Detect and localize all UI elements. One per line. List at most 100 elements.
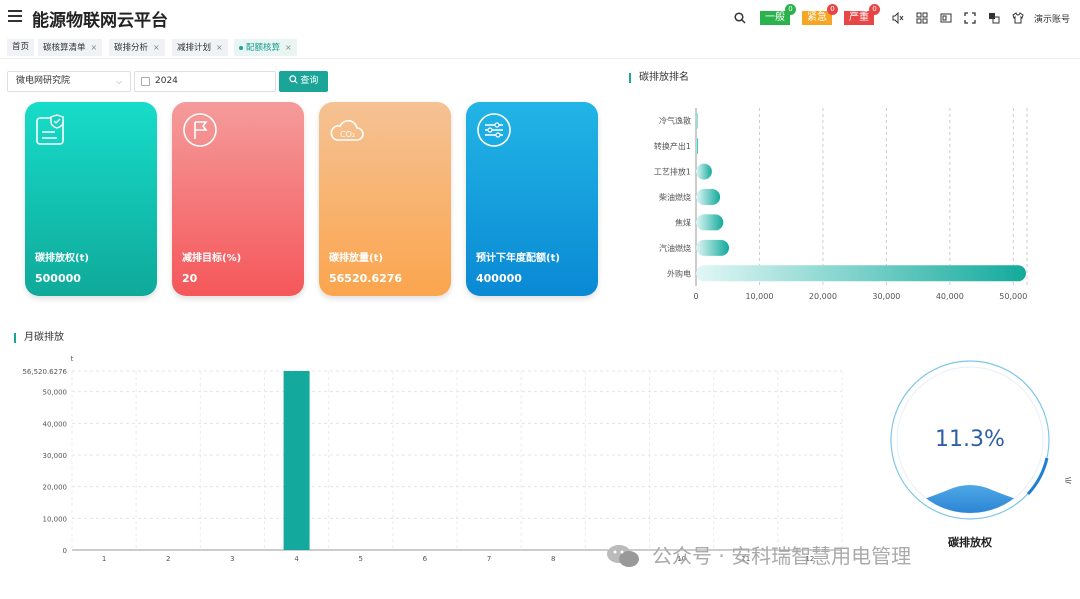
category-label: 焦煤 — [675, 217, 691, 227]
tab-carbon-inventory[interactable]: 碳核算清单 × — [38, 39, 103, 56]
category-label: 汽油燃烧 — [659, 243, 691, 253]
y-tick-label: 20,000 — [43, 484, 68, 492]
kpi-value: 20 — [182, 272, 198, 285]
certificate-shield-icon — [36, 114, 64, 145]
x-tick-label: 10,000 — [745, 292, 773, 301]
sliders-icon — [477, 113, 511, 147]
x-tick-label: 7 — [487, 555, 491, 563]
kpi-card-emission-right: 碳排放权(t) 500000 — [25, 102, 157, 296]
monthly-bar — [283, 371, 310, 550]
search-icon[interactable] — [732, 10, 748, 26]
watermark-text: 公众号 · 安科瑞智慧用电管理 — [652, 544, 912, 568]
language-icon[interactable] — [986, 10, 1002, 26]
gauge-label: 碳排放权 — [948, 536, 992, 549]
close-icon[interactable]: × — [285, 43, 292, 52]
y-tick-label: 50,000 — [43, 389, 68, 397]
wechat-icon — [607, 545, 639, 567]
fullscreen-icon[interactable] — [962, 10, 978, 26]
kpi-value: 56520.6276 — [329, 272, 403, 285]
tab-label: 减排计划 — [177, 43, 212, 53]
kpi-value: 400000 — [476, 272, 522, 285]
ranking-bar — [696, 214, 724, 231]
kpi-label: 减排目标(%) — [182, 253, 242, 264]
co2-cloud-icon: CO₂ — [330, 120, 364, 141]
category-label: 外购电 — [667, 268, 691, 278]
monthly-emission-chart: t 0 10,000 20,000 30,000 40,000 50,000 56,520.6… — [22, 355, 843, 563]
x-tick-label: 6 — [423, 555, 428, 563]
kpi-card-reduction-target: 减排目标(%) 20 — [172, 102, 304, 296]
kpi-card-emission-amount: CO₂ 碳排放量(t) 56520.6276 — [319, 102, 451, 296]
y-axis-unit: t — [71, 355, 74, 363]
x-tick-label: 1 — [102, 555, 106, 563]
tab-home-label: 首页 — [12, 42, 30, 52]
account-name[interactable]: 演示账号 — [1034, 12, 1070, 25]
y-tick-label: 10,000 — [43, 515, 68, 523]
calendar-icon — [141, 77, 150, 86]
query-button-label: 查询 — [300, 76, 319, 86]
ranking-bar — [696, 239, 729, 256]
alarm-normal-count: 0 — [784, 4, 796, 15]
tab-home[interactable]: 首页 — [7, 39, 35, 56]
x-tick-label: 30,000 — [872, 292, 900, 301]
category-label: 转换产出1 — [654, 141, 691, 151]
close-icon[interactable]: × — [91, 43, 98, 52]
mute-icon[interactable] — [890, 10, 906, 26]
ranking-section-title: 碳排放排名 — [629, 73, 689, 83]
tab-bar: 首页 碳核算清单 × 碳排分析 × 减排计划 × 配额核算 × — [0, 37, 1080, 59]
kpi-label: 碳排放量(t) — [329, 253, 383, 264]
kpi-label: 碳排放权(t) — [35, 253, 89, 264]
kpi-card-next-year-quota: 预计下年度配额(t) 400000 — [466, 102, 598, 296]
x-tick-label: 50,000 — [999, 292, 1027, 301]
ranking-bar — [696, 189, 721, 205]
emission-ranking-chart: 0 10,000 20,000 30,000 40,000 50,000 冷气逸散转换产出1… — [654, 108, 1028, 301]
year-value: 2024 — [155, 76, 178, 86]
flag-icon — [183, 113, 217, 147]
x-tick-label: 3 — [230, 555, 234, 563]
x-tick-label: 40,000 — [936, 292, 964, 301]
monthly-section-title: 月碳排放 — [14, 333, 64, 343]
tab-quota-accounting[interactable]: 配额核算 × — [234, 39, 297, 56]
kpi-label: 预计下年度配额(t) — [476, 253, 560, 264]
category-label: 冷气逸散 — [659, 116, 691, 126]
tab-reduction-plan[interactable]: 减排计划 × — [172, 39, 228, 56]
screen-icon[interactable] — [938, 10, 954, 26]
query-button[interactable]: 查询 — [279, 71, 328, 92]
alarm-normal-badge[interactable]: 一般 0 — [759, 4, 796, 25]
tab-carbon-analysis[interactable]: 碳排分析 × — [109, 39, 165, 56]
search-icon — [288, 75, 298, 84]
close-icon[interactable]: × — [216, 43, 223, 52]
close-icon[interactable]: × — [153, 43, 160, 52]
kpi-value: 500000 — [35, 272, 81, 285]
category-label: 工艺排放1 — [654, 167, 691, 177]
y-tick-label: 0 — [63, 547, 67, 555]
y-tick-label: 40,000 — [43, 420, 68, 428]
theme-shirt-icon[interactable] — [1010, 10, 1026, 26]
y-tick-label: 30,000 — [43, 452, 68, 460]
quota-usage-gauge: 11.3% — [890, 360, 1050, 520]
alarm-severe-count: 0 — [868, 4, 880, 15]
tab-label: 配额核算 — [246, 43, 281, 53]
alarm-urgent-badge[interactable]: 紧急 0 — [801, 4, 838, 25]
menu-toggle-icon[interactable] — [8, 10, 22, 22]
year-picker[interactable]: 2024 — [134, 71, 276, 92]
x-tick-label: 5 — [359, 555, 363, 563]
svg-text:CO₂: CO₂ — [340, 130, 355, 139]
active-dot-icon — [239, 45, 243, 50]
header-toolbar: 一般 0 紧急 0 严重 0 演示账号 — [724, 4, 1070, 28]
chevron-down-icon: ⌵ — [115, 77, 122, 86]
tab-label: 碳排分析 — [114, 43, 149, 53]
alarm-normal-label: 一般 — [764, 12, 785, 23]
ranking-bar — [696, 265, 1026, 282]
ranking-bar — [696, 112, 698, 129]
x-tick-label: 0 — [693, 292, 698, 301]
x-tick-label: 8 — [551, 555, 555, 563]
org-select[interactable]: 微电网研究院 ⌵ — [7, 71, 131, 92]
alarm-severe-label: 严重 — [848, 12, 869, 23]
tab-label: 碳核算清单 — [43, 43, 86, 53]
top-bar: 能源物联网云平台 一般 0 紧急 0 严重 0 演示账号 — [0, 0, 1080, 36]
y-tick-label: 56,520.6276 — [22, 368, 67, 376]
alarm-severe-badge[interactable]: 严重 0 — [843, 4, 880, 25]
layout-icon[interactable] — [914, 10, 930, 26]
settings-sliders-icon[interactable]: ⚟ — [1064, 476, 1073, 487]
x-tick-label: 2 — [166, 555, 170, 563]
